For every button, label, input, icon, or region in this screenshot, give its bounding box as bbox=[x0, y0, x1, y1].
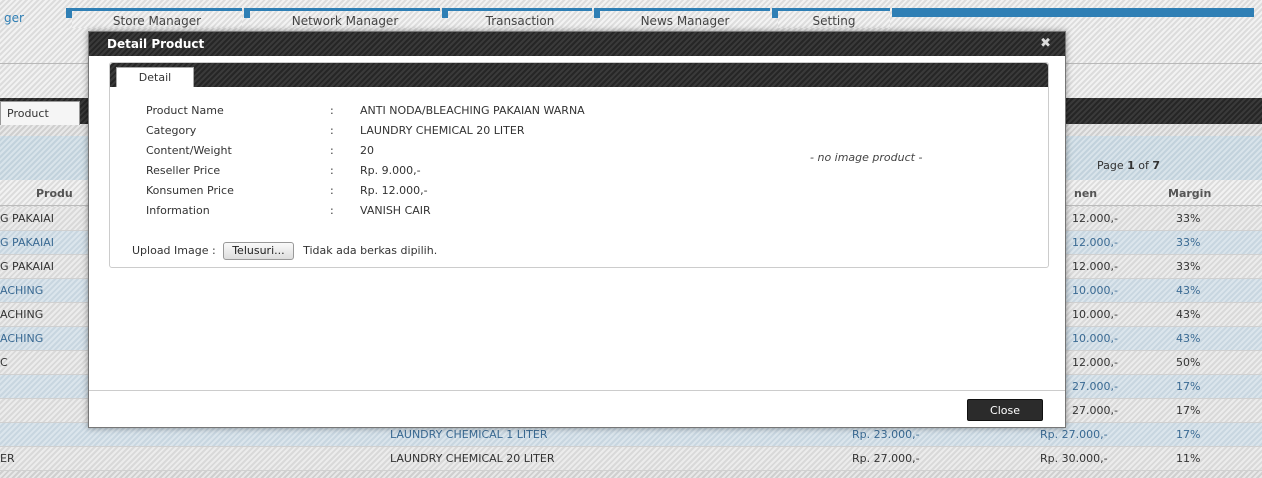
cell-konsumen-price: 12.000,- bbox=[1072, 356, 1118, 369]
cell-konsumen-price: Rp. 30.000,- bbox=[1040, 452, 1108, 465]
cell-product-name: ACHING bbox=[0, 308, 44, 321]
nav-tab-network-manager[interactable]: Network Manager bbox=[250, 8, 440, 28]
field-label: Reseller Price bbox=[146, 164, 221, 177]
table-row[interactable]: ER LAUNDRY CHEMICAL 20 LITER Rp. 27.000,- R… bbox=[0, 447, 1262, 471]
cell-konsumen-price: 12.000,- bbox=[1072, 236, 1118, 249]
no-file-text: Tidak ada berkas dipilih. bbox=[303, 244, 438, 257]
field-row: Information: VANISH CAIR bbox=[146, 201, 746, 221]
field-row: Reseller Price: Rp. 9.000,- bbox=[146, 161, 746, 181]
upload-label: Upload Image : bbox=[132, 244, 216, 257]
column-header-margin[interactable]: Margin bbox=[1168, 187, 1211, 200]
tab-detail[interactable]: Detail bbox=[116, 67, 194, 87]
field-label: Information bbox=[146, 204, 210, 217]
nav-tab-setting[interactable]: Setting bbox=[778, 8, 890, 28]
tab-product[interactable]: Product bbox=[0, 101, 80, 125]
field-value: LAUNDRY CHEMICAL 20 LITER bbox=[360, 124, 525, 137]
nav-tab-news-manager[interactable]: News Manager bbox=[600, 8, 770, 28]
field-value: Rp. 9.000,- bbox=[360, 164, 421, 177]
detail-product-dialog: Detail Product ✖ Detail Product Name: ANT… bbox=[88, 31, 1066, 428]
cell-konsumen-price: 10.000,- bbox=[1072, 332, 1118, 345]
product-fields: Product Name: ANTI NODA/BLEACHING PAKAIAN… bbox=[146, 101, 746, 221]
cell-konsumen-price: 10.000,- bbox=[1072, 284, 1118, 297]
field-value: 20 bbox=[360, 144, 374, 157]
cell-konsumen-price: 12.000,- bbox=[1072, 260, 1118, 273]
field-label: Content/Weight bbox=[146, 144, 232, 157]
field-colon: : bbox=[330, 104, 334, 117]
cell-margin: 43% bbox=[1176, 284, 1201, 297]
cell-konsumen-price: 12.000,- bbox=[1072, 212, 1118, 225]
nav-tab-store-manager[interactable]: Store Manager bbox=[72, 8, 242, 28]
cell-margin: 17% bbox=[1176, 380, 1201, 393]
field-colon: : bbox=[330, 164, 334, 177]
field-row: Product Name: ANTI NODA/BLEACHING PAKAIAN… bbox=[146, 101, 746, 121]
field-value: VANISH CAIR bbox=[360, 204, 431, 217]
cell-margin: 33% bbox=[1176, 212, 1201, 225]
field-value: ANTI NODA/BLEACHING PAKAIAN WARNA bbox=[360, 104, 585, 117]
cell-product-name: C bbox=[0, 356, 8, 369]
detail-tab-bar: Detail bbox=[110, 63, 1048, 87]
dialog-title-bar: Detail Product ✖ bbox=[89, 32, 1065, 56]
cell-reseller-price: Rp. 27.000,- bbox=[852, 452, 920, 465]
column-header-product[interactable]: Produ bbox=[36, 187, 73, 200]
cell-product-name: G PAKAIAI bbox=[0, 260, 55, 273]
field-row: Konsumen Price: Rp. 12.000,- bbox=[146, 181, 746, 201]
cell-product-name: ACHING bbox=[0, 284, 44, 297]
cell-margin: 43% bbox=[1176, 332, 1201, 345]
nav-accent-strip bbox=[892, 8, 1254, 17]
detail-panel: Detail Product Name: ANTI NODA/BLEACHING … bbox=[109, 62, 1049, 268]
cell-product-name: ACHING bbox=[0, 332, 44, 345]
field-row: Category: LAUNDRY CHEMICAL 20 LITER bbox=[146, 121, 746, 141]
field-label: Product Name bbox=[146, 104, 224, 117]
cell-margin: 17% bbox=[1176, 404, 1201, 417]
no-image-placeholder: - no image product - bbox=[810, 151, 923, 164]
top-nav: ger Store Manager Network Manager Transa… bbox=[0, 0, 1262, 28]
nav-tab-manager[interactable]: ger bbox=[0, 8, 64, 28]
field-label: Konsumen Price bbox=[146, 184, 234, 197]
field-value: Rp. 12.000,- bbox=[360, 184, 428, 197]
dialog-footer: Close bbox=[89, 390, 1065, 428]
cell-product-name: G PAKAIAI bbox=[0, 212, 55, 225]
field-colon: : bbox=[330, 124, 334, 137]
cell-margin: 17% bbox=[1176, 428, 1201, 441]
pagination-info: Page 1 of 7 bbox=[1097, 159, 1161, 172]
cell-konsumen-price: 27.000,- bbox=[1072, 380, 1118, 393]
field-colon: : bbox=[330, 204, 334, 217]
cell-margin: 33% bbox=[1176, 236, 1201, 249]
dialog-title: Detail Product bbox=[107, 37, 205, 51]
column-header-konsumen[interactable]: nen bbox=[1074, 187, 1097, 200]
cell-margin: 33% bbox=[1176, 260, 1201, 273]
cell-category: LAUNDRY CHEMICAL 20 LITER bbox=[390, 452, 555, 465]
cell-margin: 43% bbox=[1176, 308, 1201, 321]
cell-product-name: ER bbox=[0, 452, 15, 465]
field-row: Content/Weight: 20 bbox=[146, 141, 746, 161]
cell-konsumen-price: 27.000,- bbox=[1072, 404, 1118, 417]
nav-tab-transaction[interactable]: Transaction bbox=[448, 8, 592, 28]
close-icon[interactable]: ✖ bbox=[1040, 32, 1051, 56]
cell-margin: 11% bbox=[1176, 452, 1201, 465]
upload-image-row: Upload Image : Telusuri... Tidak ada ber… bbox=[132, 241, 437, 261]
field-label: Category bbox=[146, 124, 197, 137]
browse-button[interactable]: Telusuri... bbox=[223, 242, 294, 260]
cell-konsumen-price: 10.000,- bbox=[1072, 308, 1118, 321]
cell-product-name: G PAKAIAI bbox=[0, 236, 55, 249]
close-button[interactable]: Close bbox=[967, 399, 1043, 421]
cell-margin: 50% bbox=[1176, 356, 1201, 369]
field-colon: : bbox=[330, 144, 334, 157]
field-colon: : bbox=[330, 184, 334, 197]
